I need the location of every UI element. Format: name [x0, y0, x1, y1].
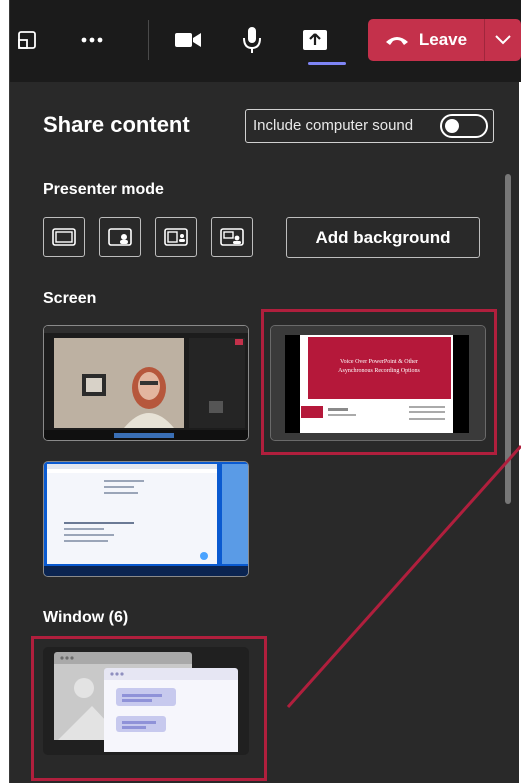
- annotation-connector-line: [286, 445, 521, 708]
- teams-meeting-window: Leave Share content Include computer sou…: [0, 0, 521, 783]
